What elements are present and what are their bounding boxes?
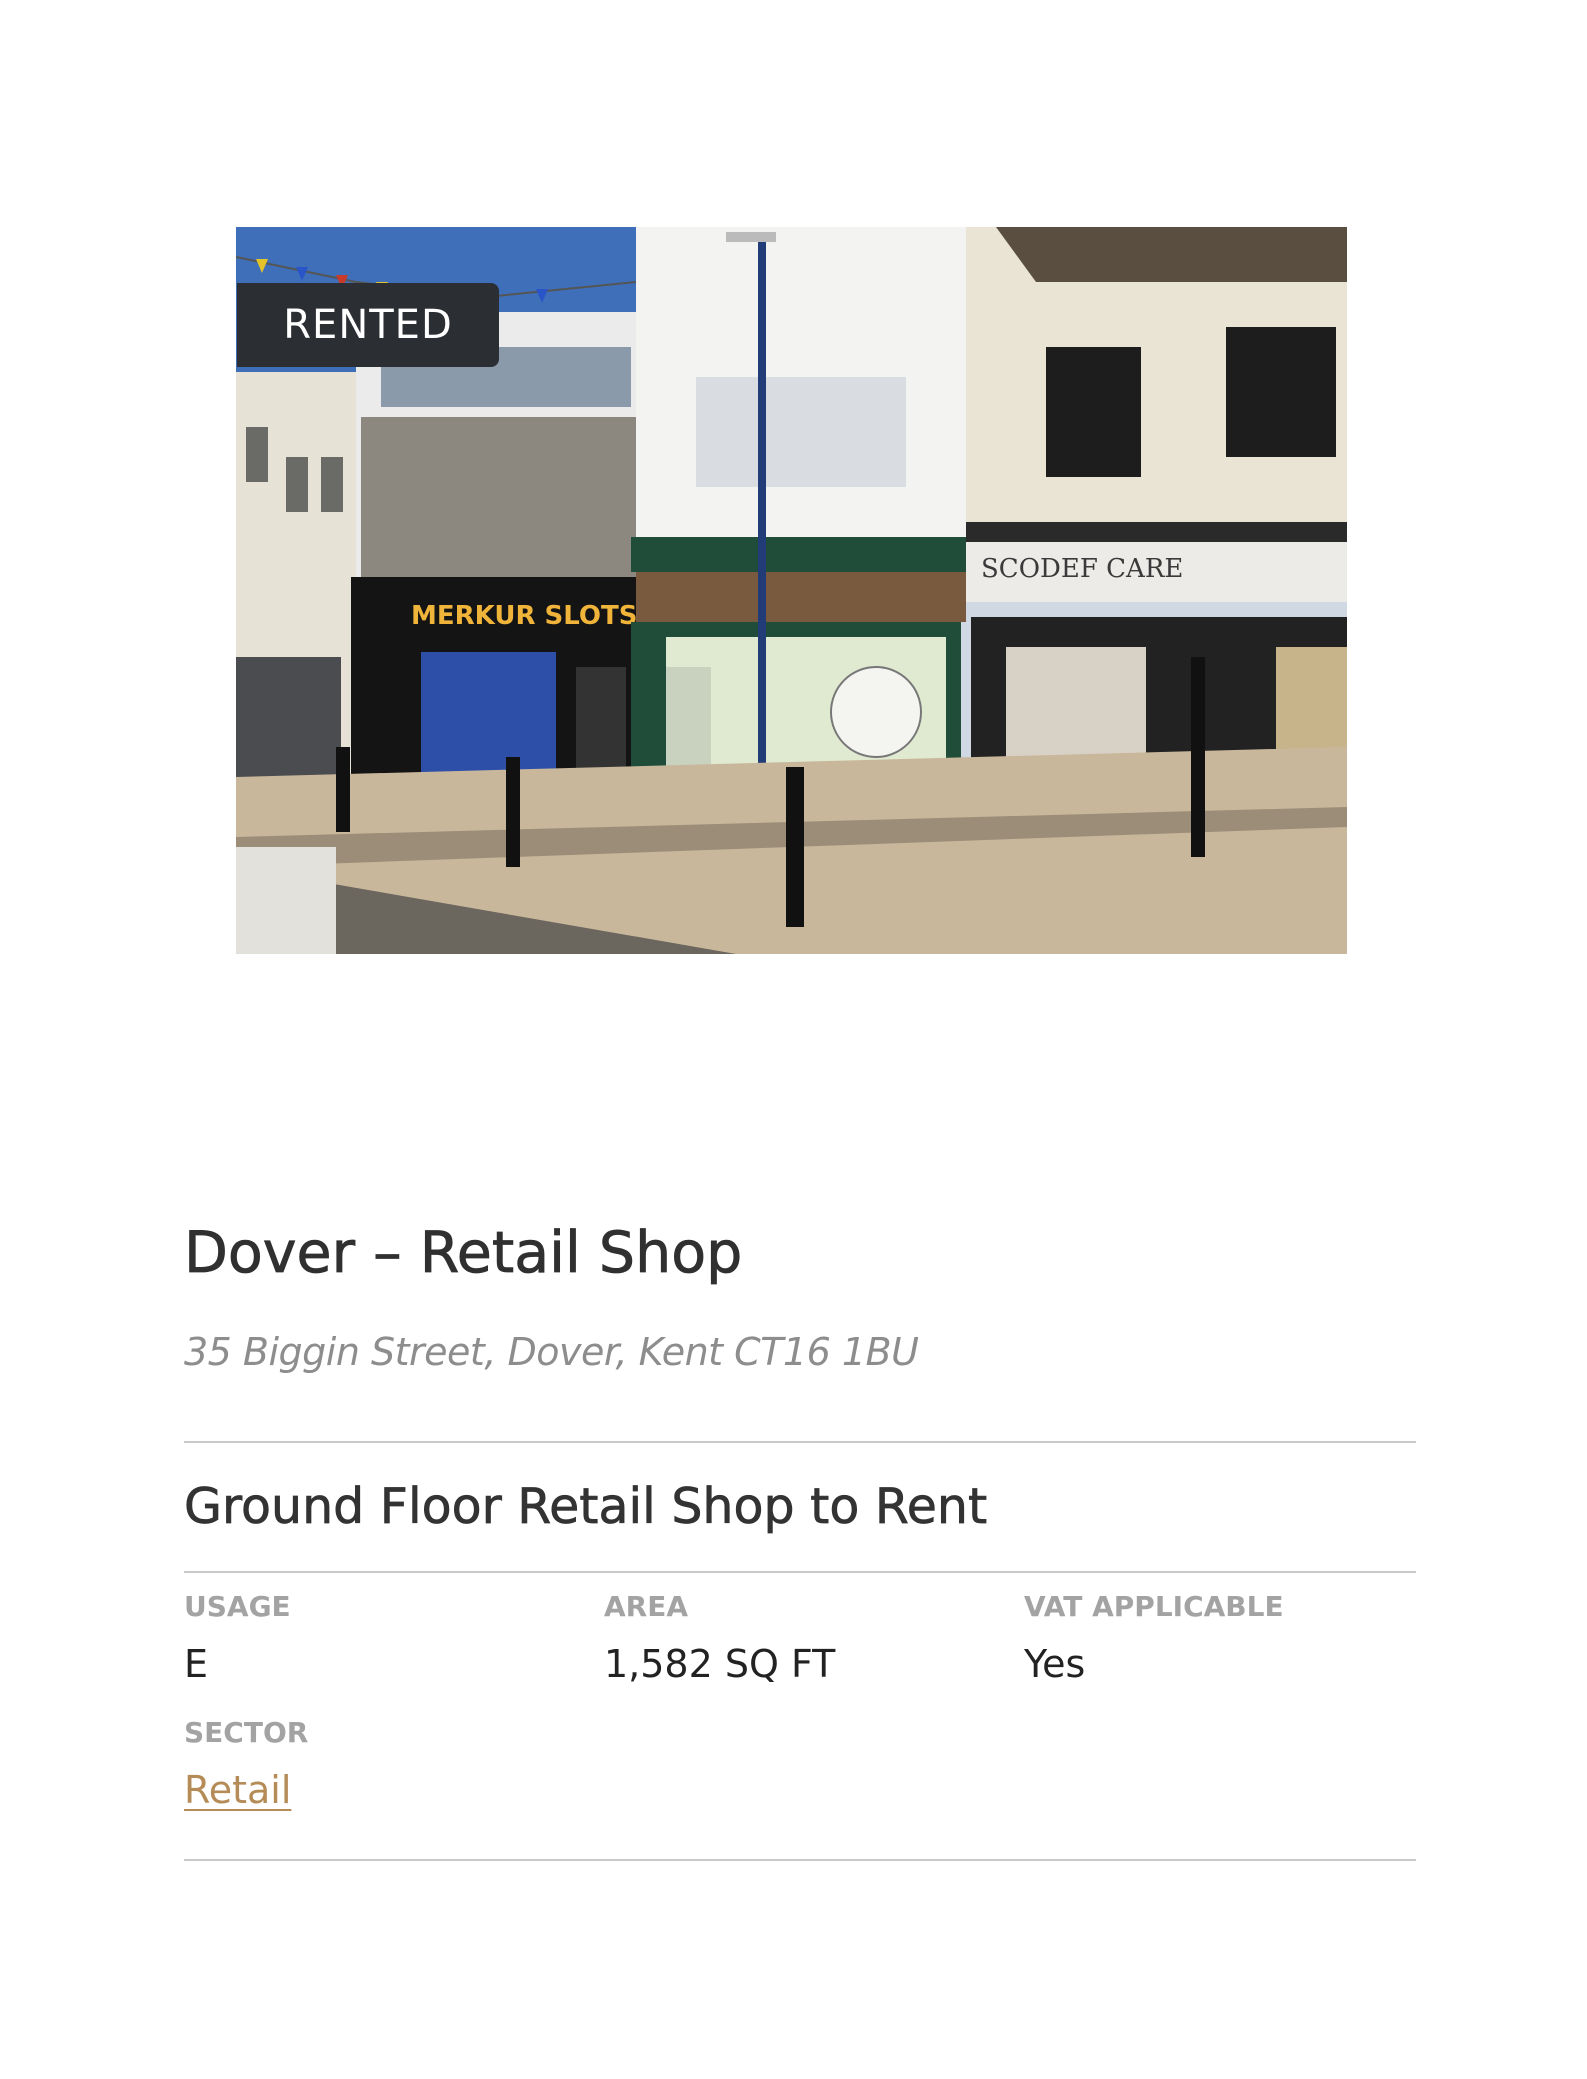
shop-sign-right: SCODEF CARE — [981, 554, 1183, 584]
listing-page: MERKUR SLOTS SCODEF CARE RENTED Dover – … — [0, 0, 1587, 2079]
sector-link[interactable]: Retail — [184, 1768, 291, 1812]
usage-label: USAGE — [184, 1590, 291, 1623]
usage-value: E — [184, 1642, 209, 1686]
area-value: 1,582 SQ FT — [604, 1642, 836, 1686]
divider — [184, 1571, 1416, 1573]
divider — [184, 1859, 1416, 1861]
area-label: AREA — [604, 1590, 689, 1623]
divider — [184, 1441, 1416, 1443]
status-badge: RENTED — [237, 283, 499, 367]
vat-value: Yes — [1024, 1642, 1086, 1686]
sector-label: SECTOR — [184, 1716, 309, 1749]
property-address: 35 Biggin Street, Dover, Kent CT16 1BU — [184, 1330, 919, 1374]
listing-subtitle: Ground Floor Retail Shop to Rent — [184, 1478, 988, 1536]
page-title: Dover – Retail Shop — [184, 1220, 743, 1287]
vat-label: VAT APPLICABLE — [1024, 1590, 1284, 1623]
sector-value: Retail — [184, 1768, 291, 1812]
shop-sign-left: MERKUR SLOTS — [411, 601, 637, 631]
